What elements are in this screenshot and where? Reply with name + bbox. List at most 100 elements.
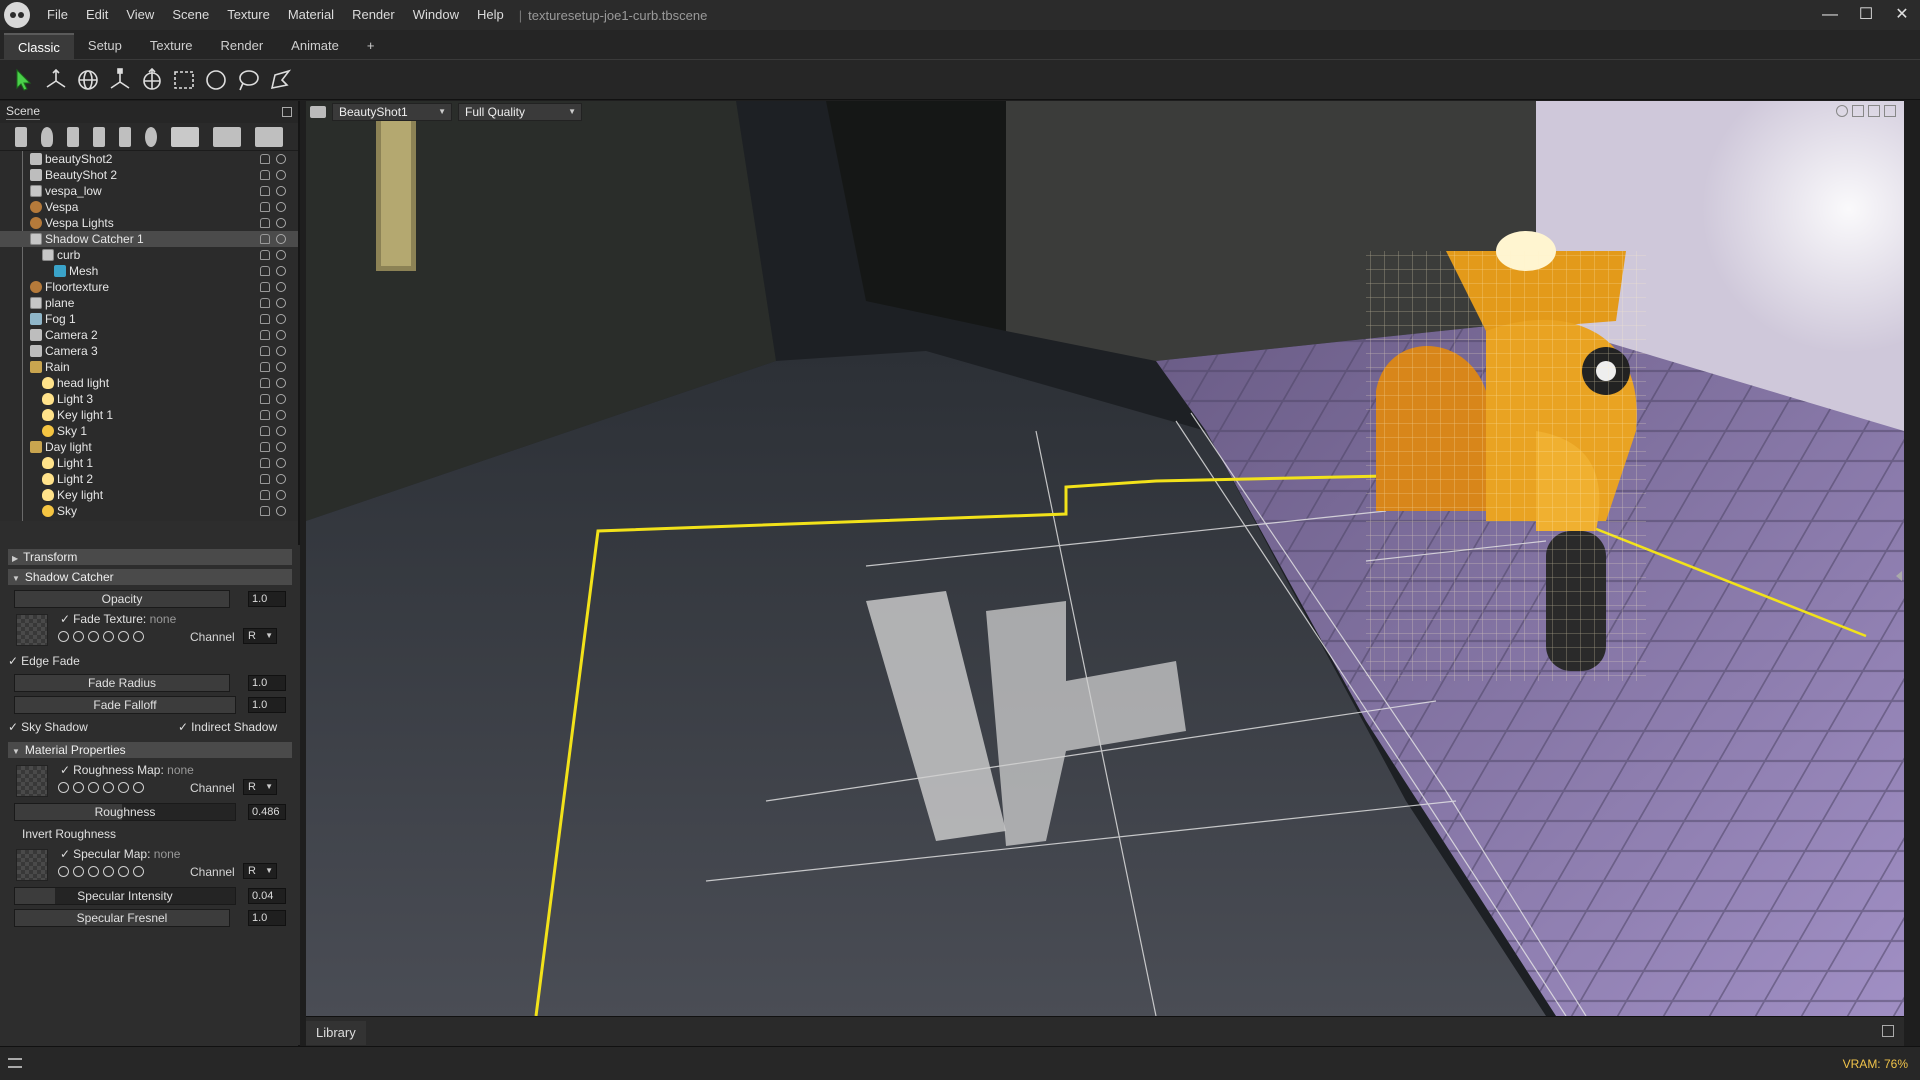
clear-icon[interactable] bbox=[133, 782, 144, 793]
scene-tree-item[interactable]: Fog 1 bbox=[0, 311, 298, 327]
clear-icon[interactable] bbox=[133, 631, 144, 642]
add-light-icon[interactable] bbox=[41, 127, 53, 147]
lock-icon[interactable] bbox=[260, 346, 270, 356]
scene-tree-item[interactable]: Light 4 bbox=[0, 519, 298, 521]
scene-tree-item[interactable]: head light bbox=[0, 375, 298, 391]
menu-window[interactable]: Window bbox=[404, 0, 468, 30]
fullscreen-icon[interactable] bbox=[1884, 105, 1896, 117]
tab-texture[interactable]: Texture bbox=[136, 33, 207, 59]
menu-edit[interactable]: Edit bbox=[77, 0, 117, 30]
visibility-eye-icon[interactable] bbox=[276, 458, 286, 468]
lock-icon[interactable] bbox=[260, 330, 270, 340]
scene-tree-item[interactable]: Light 3 bbox=[0, 391, 298, 407]
lock-icon[interactable] bbox=[260, 474, 270, 484]
edit-icon[interactable] bbox=[103, 782, 114, 793]
scene-tree-item[interactable]: Mesh bbox=[0, 263, 298, 279]
specular-intensity-slider[interactable]: Specular Intensity bbox=[14, 887, 236, 905]
opacity-slider[interactable]: Opacity bbox=[14, 590, 230, 608]
search-icon[interactable] bbox=[73, 866, 84, 877]
lock-icon[interactable] bbox=[260, 250, 270, 260]
scene-tree-item[interactable]: Light 1 bbox=[0, 455, 298, 471]
scene-tree-item[interactable]: Key light 1 bbox=[0, 407, 298, 423]
lock-icon[interactable] bbox=[260, 458, 270, 468]
delete-icon[interactable] bbox=[255, 127, 283, 147]
edge-fade-row[interactable]: Edge Fade bbox=[8, 650, 292, 672]
lock-icon[interactable] bbox=[260, 218, 270, 228]
shadow-catcher-section-header[interactable]: Shadow Catcher bbox=[8, 569, 292, 585]
lock-icon[interactable] bbox=[260, 282, 270, 292]
console-menu-icon[interactable] bbox=[8, 1058, 22, 1068]
edit-icon[interactable] bbox=[103, 866, 114, 877]
fade-radius-value[interactable]: 1.0 bbox=[248, 675, 286, 691]
polygon-select-icon[interactable] bbox=[264, 64, 296, 96]
lock-icon[interactable] bbox=[260, 426, 270, 436]
specular-channel-select[interactable]: R bbox=[243, 863, 277, 879]
lock-icon[interactable] bbox=[260, 410, 270, 420]
scene-tree-item[interactable]: beautyShot2 bbox=[0, 151, 298, 167]
scale-gizmo-icon[interactable] bbox=[104, 64, 136, 96]
indirect-shadow-checkbox[interactable] bbox=[178, 720, 191, 734]
lock-icon[interactable] bbox=[260, 394, 270, 404]
scene-tree-item[interactable]: Day light bbox=[0, 439, 298, 455]
specular-fresnel-slider[interactable]: Specular Fresnel bbox=[14, 909, 230, 927]
close-button[interactable]: ✕ bbox=[1884, 0, 1920, 30]
roughness-channel-select[interactable]: R bbox=[243, 779, 277, 795]
lock-icon[interactable] bbox=[260, 170, 270, 180]
lock-icon[interactable] bbox=[260, 298, 270, 308]
specular-map-thumbnail[interactable] bbox=[16, 849, 48, 881]
lock-icon[interactable] bbox=[260, 442, 270, 452]
visibility-eye-icon[interactable] bbox=[276, 346, 286, 356]
render-viewport[interactable]: BeautyShot1 Full Quality bbox=[306, 101, 1904, 1016]
visibility-eye-icon[interactable] bbox=[276, 218, 286, 228]
lock-icon[interactable] bbox=[260, 234, 270, 244]
scene-tree-item[interactable]: Shadow Catcher 1 bbox=[0, 231, 298, 247]
visibility-eye-icon[interactable] bbox=[276, 442, 286, 452]
menu-file[interactable]: File bbox=[38, 0, 77, 30]
settings-icon[interactable] bbox=[58, 631, 69, 642]
transform-gizmo-icon[interactable] bbox=[136, 64, 168, 96]
roughness-value[interactable]: 0.486 bbox=[248, 804, 286, 820]
visibility-eye-icon[interactable] bbox=[276, 298, 286, 308]
menu-texture[interactable]: Texture bbox=[218, 0, 279, 30]
duplicate-icon[interactable] bbox=[213, 127, 241, 147]
lock-icon[interactable] bbox=[260, 506, 270, 516]
collapse-right-panel-icon[interactable] bbox=[1896, 571, 1902, 581]
scene-tree-item[interactable]: Sky 1 bbox=[0, 423, 298, 439]
add-object-icon[interactable] bbox=[15, 127, 27, 147]
scene-panel-title[interactable]: Scene bbox=[6, 104, 40, 120]
scene-tree-item[interactable]: curb bbox=[0, 247, 298, 263]
circle-select-icon[interactable] bbox=[200, 64, 232, 96]
library-tab[interactable]: Library bbox=[306, 1021, 366, 1045]
settings-icon[interactable] bbox=[58, 866, 69, 877]
undock-icon[interactable] bbox=[282, 107, 292, 117]
fade-falloff-slider[interactable]: Fade Falloff bbox=[14, 696, 236, 714]
fade-radius-slider[interactable]: Fade Radius bbox=[14, 674, 230, 692]
visibility-eye-icon[interactable] bbox=[276, 410, 286, 420]
undock-library-icon[interactable] bbox=[1882, 1025, 1894, 1037]
minimize-button[interactable]: — bbox=[1812, 0, 1848, 30]
new-folder-icon[interactable] bbox=[171, 127, 199, 147]
transform-section-header[interactable]: Transform bbox=[8, 549, 292, 565]
search-icon[interactable] bbox=[73, 782, 84, 793]
visibility-eye-icon[interactable] bbox=[276, 490, 286, 500]
menu-view[interactable]: View bbox=[117, 0, 163, 30]
visibility-eye-icon[interactable] bbox=[276, 394, 286, 404]
fade-channel-select[interactable]: R bbox=[243, 628, 277, 644]
visibility-eye-icon[interactable] bbox=[276, 378, 286, 388]
dropper-icon[interactable] bbox=[88, 866, 99, 877]
visibility-eye-icon[interactable] bbox=[276, 330, 286, 340]
visibility-eye-icon[interactable] bbox=[276, 186, 286, 196]
tab-classic[interactable]: Classic bbox=[4, 33, 74, 59]
clear-icon[interactable] bbox=[133, 866, 144, 877]
menu-render[interactable]: Render bbox=[343, 0, 404, 30]
visibility-eye-icon[interactable] bbox=[276, 170, 286, 180]
tab-render[interactable]: Render bbox=[207, 33, 278, 59]
invert-roughness-row[interactable]: Invert Roughness bbox=[8, 823, 292, 845]
scene-tree-item[interactable]: Sky bbox=[0, 503, 298, 519]
fade-texture-thumbnail[interactable] bbox=[16, 614, 48, 646]
pan-icon[interactable] bbox=[1852, 105, 1864, 117]
lock-icon[interactable] bbox=[260, 314, 270, 324]
visibility-eye-icon[interactable] bbox=[276, 282, 286, 292]
add-camera-icon[interactable] bbox=[67, 127, 79, 147]
fade-falloff-value[interactable]: 1.0 bbox=[248, 697, 286, 713]
